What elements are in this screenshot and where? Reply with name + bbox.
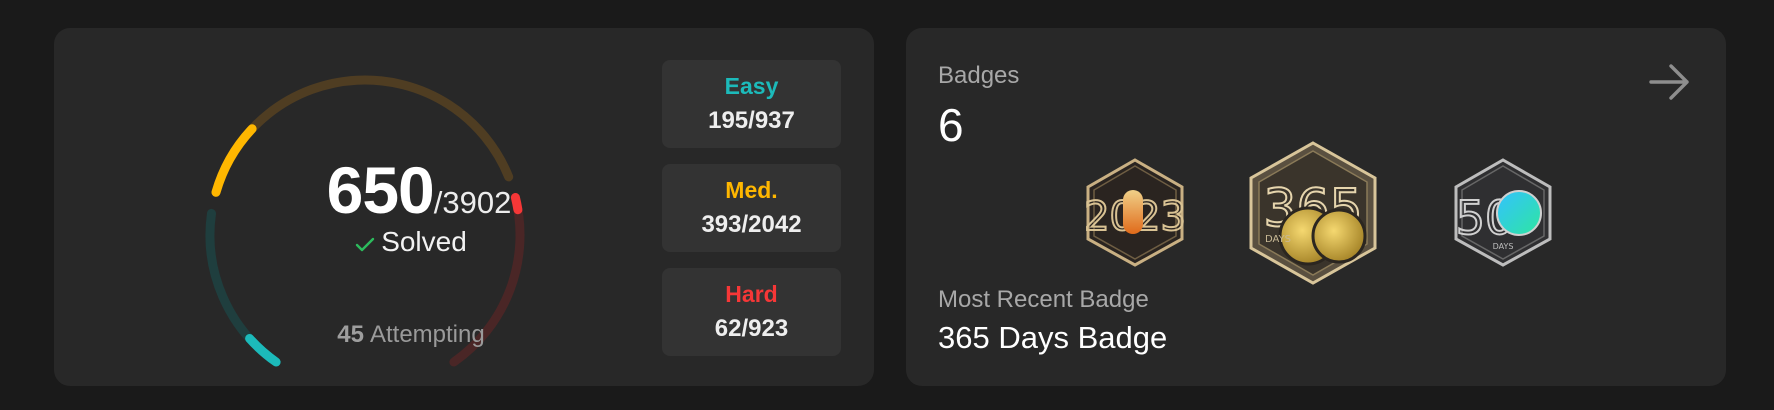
solved-number: 650 [326, 153, 435, 227]
recent-badge-label: Most Recent Badge [938, 286, 1149, 313]
easy-stat-box[interactable]: Easy 195/937 [662, 60, 841, 148]
badges-card: Badges 6 2023 365 DAYS [906, 28, 1726, 386]
hard-value: 62/923 [714, 315, 789, 342]
medium-label: Med. [725, 177, 778, 203]
attempting-row: 45 Attempting [278, 321, 544, 349]
attempting-count: 45 [337, 321, 364, 348]
easy-progress-arc [245, 334, 281, 367]
solved-label-row: Solved [291, 226, 531, 258]
total-number: /3902 [433, 185, 512, 220]
badges-count: 6 [938, 99, 964, 151]
badges-title: Badges [938, 62, 1020, 89]
easy-value: 195/937 [708, 107, 795, 134]
badge-50-days-icon[interactable]: 50 DAYS [1449, 156, 1557, 268]
solved-label: Solved [381, 226, 467, 257]
arrow-right-icon[interactable] [1645, 58, 1693, 106]
hard-label: Hard [725, 281, 778, 307]
easy-track-arc [205, 208, 281, 367]
badge-2023-icon[interactable]: 2023 [1081, 156, 1189, 268]
solved-count: 650/3902 [269, 152, 569, 228]
progress-card: 650/3902 Solved 45 Attempting Easy 195/93… [54, 28, 874, 386]
easy-label: Easy [724, 73, 779, 99]
badge-365-sub: DAYS [1265, 234, 1291, 245]
recent-badge-name: 365 Days Badge [938, 320, 1168, 355]
hard-stat-box[interactable]: Hard 62/923 [662, 268, 841, 356]
checkmark-icon [355, 237, 375, 252]
badge-50-sub: DAYS [1493, 242, 1514, 251]
medium-progress-arc [211, 124, 257, 197]
attempting-label: Attempting [369, 321, 485, 348]
badge-365-days-icon[interactable]: 365 DAYS [1246, 140, 1380, 286]
medium-stat-box[interactable]: Med. 393/2042 [662, 164, 841, 252]
medium-value: 393/2042 [701, 211, 802, 238]
